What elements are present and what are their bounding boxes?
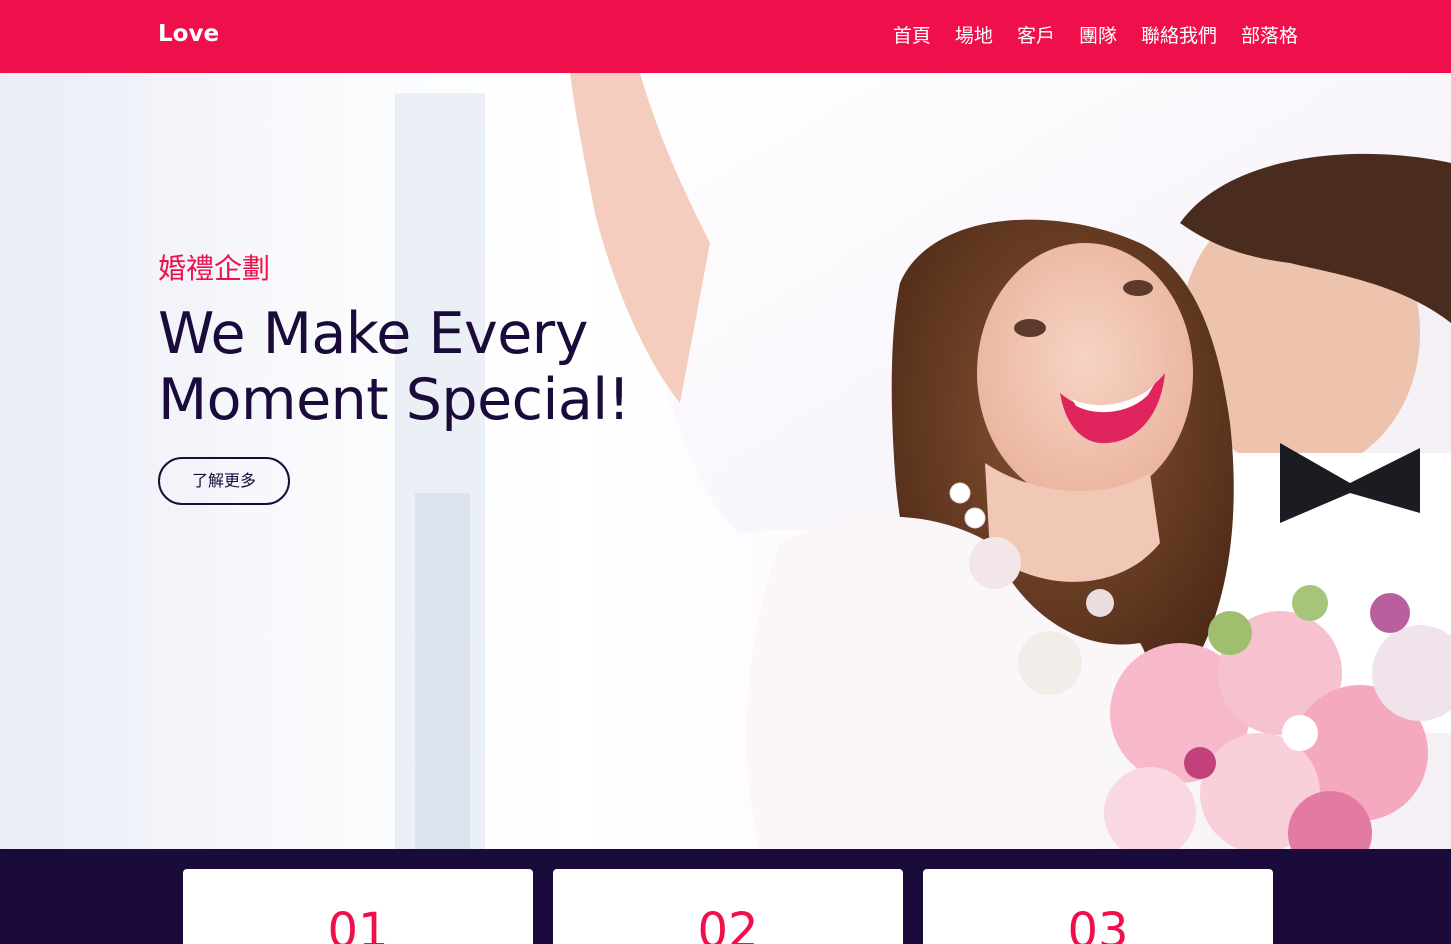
feature-card: 01 (183, 869, 533, 944)
hero-kicker: 婚禮企劃 (158, 252, 271, 285)
feature-card: 03 (923, 869, 1273, 944)
hero-section: 婚禮企劃 We Make Every Moment Special! 了解更多 (0, 73, 1451, 849)
features-section: 01 02 03 (0, 849, 1451, 944)
nav-link-blog[interactable]: 部落格 (1241, 22, 1298, 50)
hero-content: 婚禮企劃 We Make Every Moment Special! 了解更多 (158, 251, 718, 505)
nav-link-venue[interactable]: 場地 (955, 22, 993, 50)
learn-more-button[interactable]: 了解更多 (158, 457, 290, 505)
nav-link-contact[interactable]: 聯絡我們 (1141, 22, 1217, 50)
navbar: Love 首頁 場地 客戶 團隊 聯絡我們 部落格 (0, 0, 1451, 73)
nav-link-team[interactable]: 團隊 (1079, 22, 1117, 50)
hero-title: We Make Every Moment Special! (158, 301, 718, 433)
brand-logo[interactable]: Love (158, 21, 219, 47)
feature-number: 03 (1067, 903, 1129, 944)
nav-link-clients[interactable]: 客戶 (1017, 22, 1055, 50)
nav-link-home[interactable]: 首頁 (893, 22, 931, 50)
hero-title-line1: We Make Every (158, 301, 588, 367)
feature-card: 02 (553, 869, 903, 944)
hero-title-line2: Moment Special! (158, 367, 630, 433)
feature-number: 02 (697, 903, 759, 944)
nav-menu: 首頁 場地 客戶 團隊 聯絡我們 部落格 (893, 22, 1298, 50)
feature-number: 01 (327, 903, 389, 944)
